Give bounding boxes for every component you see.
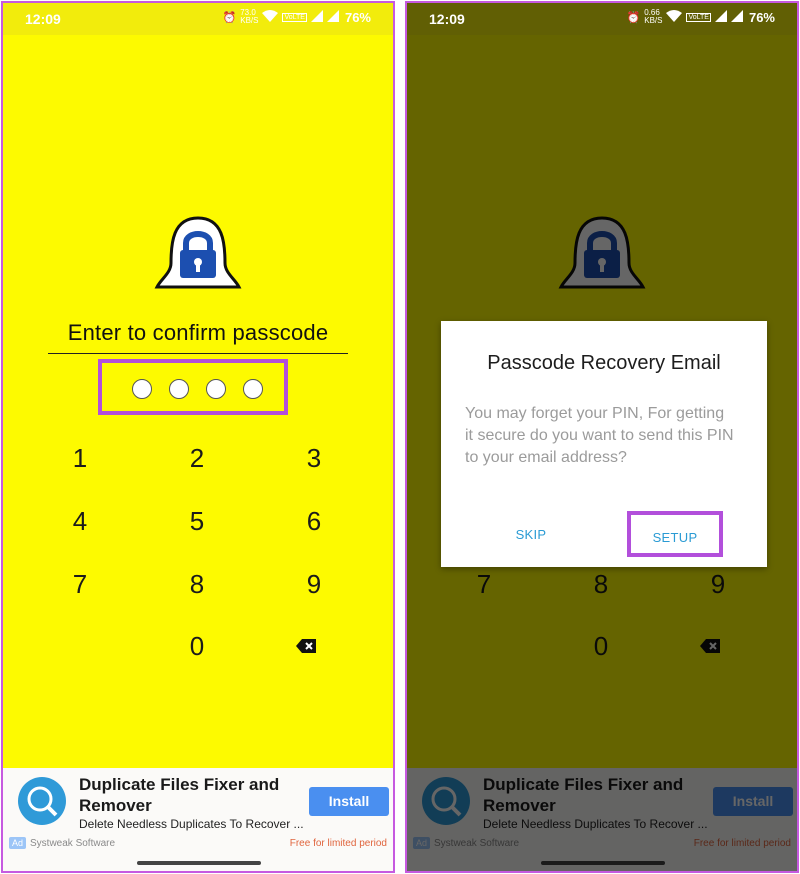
ad-subtitle: Delete Needless Duplicates To Recover ..… [79,817,304,831]
pin-dot-2 [169,379,189,399]
left-phone-screen: 12:09 ⏰ 73.0 KB/S VoLTE 76% Enter to con… [1,1,395,873]
data-speed: 0.66 KB/S [644,8,663,25]
status-time: 12:09 [429,11,465,27]
key-2[interactable]: 2 [167,443,227,474]
install-button[interactable]: Install [309,787,389,816]
battery-level: 76% [344,9,371,25]
skip-button[interactable]: SKIP [511,527,551,542]
signal-icon [310,9,323,25]
right-phone-screen: 7 8 9 0 Duplicate Files Fixer and Remove… [405,1,799,873]
home-indicator[interactable] [137,861,261,865]
backspace-icon[interactable] [296,639,316,653]
pin-indicator [98,359,288,415]
key-8[interactable]: 8 [167,569,227,600]
passcode-prompt: Enter to confirm passcode [67,320,329,345]
key-3[interactable]: 3 [284,443,344,474]
status-bar: 12:09 ⏰ 73.0 KB/S VoLTE 76% [3,3,393,35]
alarm-icon: ⏰ [626,11,641,24]
recovery-email-dialog: Passcode Recovery Email You may forget y… [441,321,767,567]
key-4[interactable]: 4 [50,506,110,537]
volte-icon: VoLTE [686,12,711,22]
key-0[interactable]: 0 [167,631,227,662]
alarm-icon: ⏰ [222,11,237,24]
pin-dot-3 [206,379,226,399]
padlock-ghost-icon [154,216,242,289]
data-speed: 73.0 KB/S [240,8,259,25]
ad-offer: Free for limited period [289,838,387,849]
key-6[interactable]: 6 [284,506,344,537]
ad-badge: Ad [9,837,27,849]
dialog-message: You may forget your PIN, For getting it … [465,405,734,466]
key-9[interactable]: 9 [284,569,344,600]
key-1[interactable]: 1 [50,443,110,474]
key-5[interactable]: 5 [167,506,227,537]
battery-level: 76% [748,9,775,25]
setup-button[interactable]: SETUP [627,511,723,557]
status-time: 12:09 [25,11,61,27]
divider [48,353,348,354]
status-bar: 12:09 ⏰ 0.66 KB/S VoLTE 76% [407,3,797,35]
volte-icon: VoLTE [282,12,307,22]
pin-dot-4 [243,379,263,399]
key-7[interactable]: 7 [50,569,110,600]
pin-dot-1 [132,379,152,399]
signal-icon [714,9,727,25]
dialog-title: Passcode Recovery Email [487,352,721,374]
signal-icon-2 [326,9,339,25]
ad-title[interactable]: Duplicate Files Fixer and Remover [79,774,299,816]
signal-icon-2 [730,9,743,25]
ad-app-icon[interactable] [18,777,66,825]
wifi-icon [262,9,279,25]
wifi-icon [666,9,683,25]
ad-brand: Systweak Software [30,838,116,849]
